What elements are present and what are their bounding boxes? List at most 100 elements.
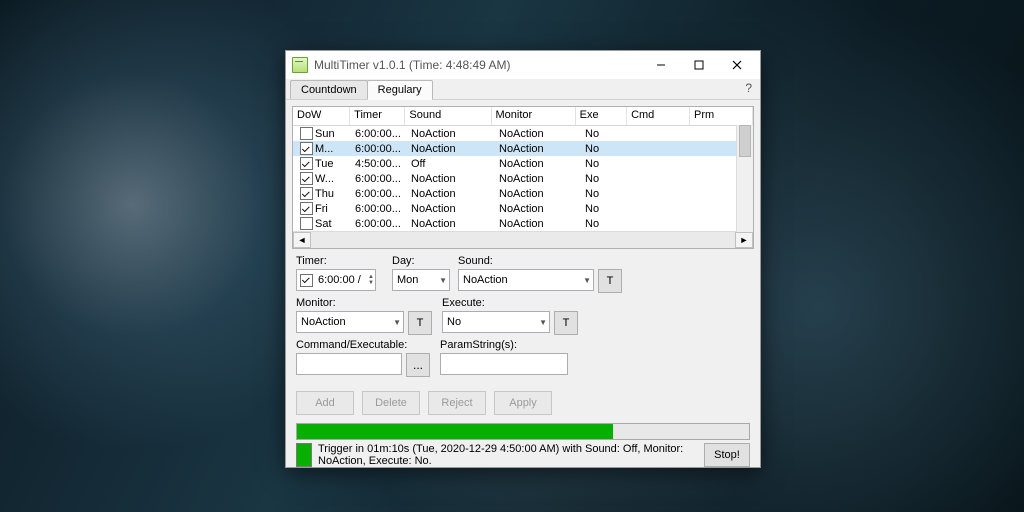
titlebar[interactable]: MultiTimer v1.0.1 (Time: 4:48:49 AM) — [286, 51, 760, 79]
row-timer: 6:00:00... — [351, 218, 407, 230]
tab-countdown[interactable]: Countdown — [290, 80, 368, 99]
row-sound: NoAction — [407, 188, 495, 200]
sound-test-button[interactable]: T — [598, 269, 622, 293]
scrollbar-thumb[interactable] — [739, 125, 751, 157]
row-timer: 6:00:00... — [351, 128, 407, 140]
progress-fill — [297, 424, 613, 439]
chevron-down-icon: ▼ — [535, 318, 547, 327]
row-exe: No — [581, 188, 633, 200]
timer-value[interactable]: 6:00:00 / — [316, 274, 367, 286]
table-row[interactable]: Sun6:00:00...NoActionNoActionNo — [293, 126, 753, 141]
row-checkbox[interactable] — [300, 127, 313, 140]
row-exe: No — [581, 143, 633, 155]
row-monitor: NoAction — [495, 188, 581, 200]
day-select[interactable]: Mon ▼ — [392, 269, 450, 291]
execute-value: No — [447, 316, 461, 328]
delete-button[interactable]: Delete — [362, 391, 420, 415]
row-checkbox[interactable] — [300, 202, 313, 215]
row-dow: Fri — [315, 203, 328, 215]
row-exe: No — [581, 158, 633, 170]
header-cmd[interactable]: Cmd — [627, 107, 690, 125]
command-browse-button[interactable]: ... — [406, 353, 430, 377]
row-sound: Off — [407, 158, 495, 170]
chevron-down-icon: ▼ — [389, 318, 401, 327]
day-value: Mon — [397, 274, 418, 286]
row-monitor: NoAction — [495, 218, 581, 230]
sound-label: Sound: — [458, 255, 622, 267]
minimize-button[interactable] — [642, 51, 680, 79]
table-row[interactable]: Sat6:00:00...NoActionNoActionNo — [293, 216, 753, 231]
execute-label: Execute: — [442, 297, 578, 309]
row-checkbox[interactable] — [300, 187, 313, 200]
table-row[interactable]: M...6:00:00...NoActionNoActionNo — [293, 141, 753, 156]
row-sound: NoAction — [407, 173, 495, 185]
header-exe[interactable]: Exe — [576, 107, 627, 125]
row-dow: Sun — [315, 128, 335, 140]
chevron-down-icon: ▼ — [579, 276, 591, 285]
row-timer: 6:00:00... — [351, 203, 407, 215]
row-checkbox[interactable] — [300, 157, 313, 170]
header-prm[interactable]: Prm — [690, 107, 753, 125]
maximize-button[interactable] — [680, 51, 718, 79]
command-label: Command/Executable: — [296, 339, 430, 351]
timer-label: Timer: — [296, 255, 382, 267]
monitor-label: Monitor: — [296, 297, 432, 309]
reject-button[interactable]: Reject — [428, 391, 486, 415]
row-sound: NoAction — [407, 218, 495, 230]
stop-button[interactable]: Stop! — [704, 443, 750, 467]
table-row[interactable]: W...6:00:00...NoActionNoActionNo — [293, 171, 753, 186]
timer-enable-checkbox[interactable] — [300, 274, 313, 287]
listview-body[interactable]: Sun6:00:00...NoActionNoActionNoM...6:00:… — [293, 126, 753, 231]
row-checkbox[interactable] — [300, 142, 313, 155]
command-input[interactable] — [296, 353, 402, 375]
listview-horizontal-scrollbar[interactable]: ◄ ► — [293, 231, 753, 248]
row-timer: 4:50:00... — [351, 158, 407, 170]
listview-vertical-scrollbar[interactable] — [736, 125, 753, 232]
row-timer: 6:00:00... — [351, 173, 407, 185]
row-timer: 6:00:00... — [351, 188, 407, 200]
day-label: Day: — [392, 255, 448, 267]
row-timer: 6:00:00... — [351, 143, 407, 155]
monitor-test-button[interactable]: T — [408, 311, 432, 335]
row-monitor: NoAction — [495, 143, 581, 155]
help-button[interactable]: ? — [745, 81, 752, 95]
execute-test-button[interactable]: T — [554, 311, 578, 335]
execute-select[interactable]: No ▼ — [442, 311, 550, 333]
sound-value: NoAction — [463, 274, 508, 286]
tab-strip: Countdown Regulary — [286, 79, 760, 100]
monitor-select[interactable]: NoAction ▼ — [296, 311, 404, 333]
close-button[interactable] — [718, 51, 756, 79]
row-checkbox[interactable] — [300, 217, 313, 230]
row-sound: NoAction — [407, 203, 495, 215]
schedule-listview[interactable]: DoW Timer Sound Monitor Exe Cmd Prm Sun 6… — [292, 106, 754, 249]
header-monitor[interactable]: Monitor — [492, 107, 576, 125]
apply-button[interactable]: Apply — [494, 391, 552, 415]
progress-bar — [296, 423, 750, 440]
add-button[interactable]: Add — [296, 391, 354, 415]
param-label: ParamString(s): — [440, 339, 568, 351]
listview-header[interactable]: DoW Timer Sound Monitor Exe Cmd Prm — [293, 107, 753, 126]
table-row[interactable]: Fri6:00:00...NoActionNoActionNo — [293, 201, 753, 216]
row-monitor: NoAction — [495, 128, 581, 140]
timer-input[interactable]: 6:00:00 / ▲▼ — [296, 269, 376, 291]
row-sound: NoAction — [407, 128, 495, 140]
spinner-icon[interactable]: ▲▼ — [367, 273, 375, 287]
scroll-left-arrow[interactable]: ◄ — [293, 232, 311, 248]
table-row[interactable]: Tue4:50:00...OffNoActionNo — [293, 156, 753, 171]
scrollbar-track[interactable] — [311, 232, 735, 248]
header-dow[interactable]: DoW — [293, 107, 350, 125]
tab-regulary[interactable]: Regulary — [367, 80, 433, 100]
scroll-right-arrow[interactable]: ► — [735, 232, 753, 248]
header-timer[interactable]: Timer — [350, 107, 405, 125]
table-row[interactable]: Thu6:00:00...NoActionNoActionNo — [293, 186, 753, 201]
row-exe: No — [581, 128, 633, 140]
sound-select[interactable]: NoAction ▼ — [458, 269, 594, 291]
param-input[interactable] — [440, 353, 568, 375]
status-message: Trigger in 01m:10s (Tue, 2020-12-29 4:50… — [318, 443, 698, 467]
row-monitor: NoAction — [495, 173, 581, 185]
row-exe: No — [581, 218, 633, 230]
header-sound[interactable]: Sound — [405, 107, 491, 125]
row-exe: No — [581, 173, 633, 185]
row-checkbox[interactable] — [300, 172, 313, 185]
multitimer-window: MultiTimer v1.0.1 (Time: 4:48:49 AM) ? C… — [285, 50, 761, 468]
